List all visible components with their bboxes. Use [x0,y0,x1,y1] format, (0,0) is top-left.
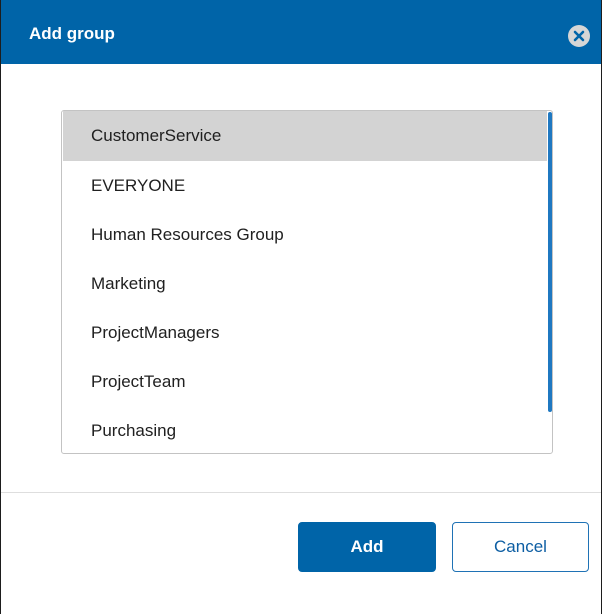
list-scrollbar[interactable] [548,112,552,452]
group-label: Marketing [91,274,166,293]
group-list-item[interactable]: ProjectTeam [63,357,547,407]
dialog-header: Add group [1,0,601,64]
add-group-dialog: Add group CustomerService EVERYONE Human… [0,0,602,614]
group-list-item[interactable]: Marketing [63,259,547,309]
group-label: ProjectTeam [91,372,186,391]
add-button[interactable]: Add [298,522,436,572]
group-list-item[interactable]: Human Resources Group [63,210,547,260]
footer-divider [1,492,601,493]
group-label: Human Resources Group [91,225,284,244]
group-label: Purchasing [91,421,177,440]
group-list-item[interactable]: ProjectManagers [63,308,547,358]
close-button[interactable] [567,24,591,48]
dialog-title: Add group [29,24,115,43]
group-list[interactable]: CustomerService EVERYONE Human Resources… [61,110,553,454]
group-label: ProjectManagers [91,323,220,342]
group-list-item[interactable]: Purchasing [63,406,547,453]
group-label: CustomerService [91,126,222,145]
group-list-item[interactable]: EVERYONE [63,161,547,211]
group-list-item[interactable]: CustomerService [63,111,547,161]
cancel-button[interactable]: Cancel [452,522,589,572]
group-label: EVERYONE [91,176,186,195]
scrollbar-thumb[interactable] [548,112,552,412]
close-circle-icon [568,25,590,47]
